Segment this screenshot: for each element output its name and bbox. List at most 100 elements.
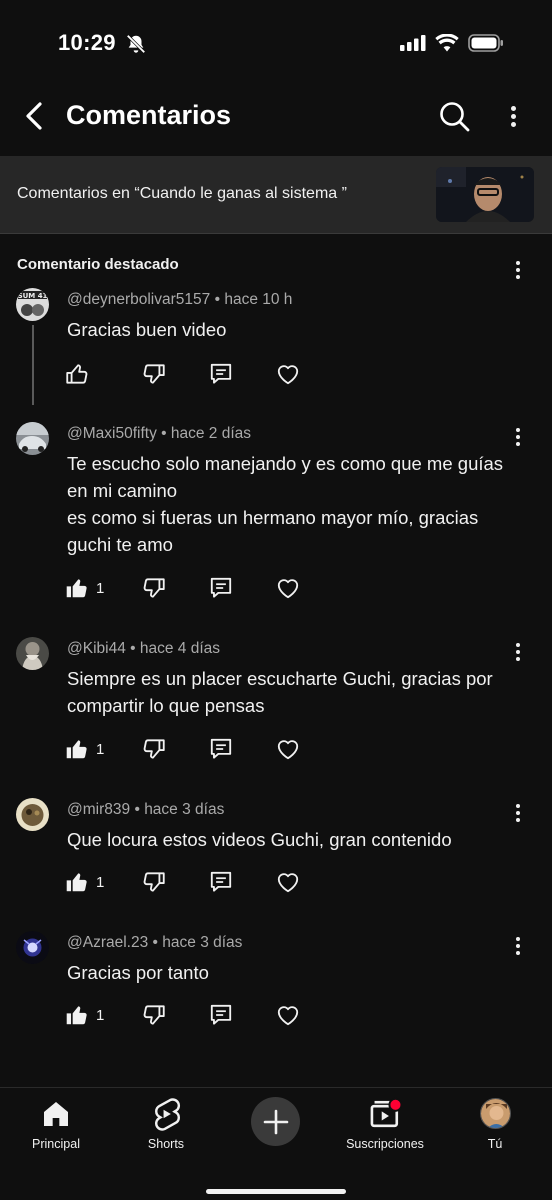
comment-meta: @Maxi50fifty • hace 2 días	[67, 425, 252, 442]
nav-item-you[interactable]: Tú	[440, 1096, 550, 1151]
dislike-button[interactable]	[141, 574, 167, 602]
comment-actions: 1	[64, 574, 324, 604]
heart-button[interactable]	[275, 574, 301, 602]
comment-author[interactable]: @Kibi44	[67, 640, 126, 657]
reply-comment-icon	[210, 871, 232, 892]
like-button[interactable]: 1	[64, 574, 104, 602]
reply-button[interactable]	[208, 1001, 234, 1029]
comment-time: hace 3 días	[144, 801, 225, 818]
avatar[interactable]	[16, 931, 49, 964]
nav-item-home[interactable]: Principal	[1, 1096, 111, 1151]
nav-item-subscriptions[interactable]: Suscripciones	[330, 1096, 440, 1151]
comment-more-button[interactable]	[508, 802, 528, 824]
like-count: 1	[96, 1006, 105, 1024]
thumbs-down-icon	[143, 364, 165, 384]
heart-icon	[277, 873, 299, 893]
nav-item-shorts[interactable]: Shorts	[111, 1096, 221, 1151]
more-vertical-icon	[508, 935, 528, 957]
wifi-icon	[435, 33, 459, 57]
thumbs-down-icon	[143, 578, 165, 598]
thumbs-up-filled-icon	[66, 740, 87, 759]
like-count: 1	[96, 873, 105, 891]
heart-button[interactable]	[275, 868, 301, 896]
comment-actions: 1	[64, 1001, 324, 1031]
back-button[interactable]	[14, 96, 54, 136]
status-bar: 10:29	[0, 0, 552, 90]
heart-icon	[277, 579, 299, 599]
chevron-left-icon	[26, 102, 42, 130]
header-more-button[interactable]	[498, 98, 528, 134]
home-indicator	[206, 1189, 346, 1194]
comment-more-button[interactable]	[508, 426, 528, 448]
page-title: Comentarios	[66, 100, 232, 130]
comment-text: Que locura estos videos Guchi, gran cont…	[67, 829, 452, 850]
thumbs-up-icon	[66, 364, 88, 384]
more-vertical-icon	[508, 259, 528, 281]
comment-author[interactable]: @deynerbolivar5157	[67, 291, 210, 308]
like-button[interactable]: 1	[64, 735, 104, 763]
bell-muted-icon	[125, 33, 147, 55]
comment-time: hace 3 días	[162, 934, 243, 951]
home-icon	[38, 1096, 74, 1132]
dislike-button[interactable]	[141, 1001, 167, 1029]
create-button[interactable]	[251, 1097, 300, 1146]
subscriptions-icon	[367, 1096, 403, 1132]
like-button[interactable]: 1	[64, 868, 104, 896]
video-banner[interactable]: Comentarios en “Cuando le ganas al siste…	[0, 156, 552, 234]
reply-comment-icon	[210, 363, 232, 384]
bottom-nav: Principal Shorts Suscripciones Tú	[0, 1087, 552, 1200]
comment-time: hace 10 h	[224, 291, 293, 308]
thumbs-down-icon	[143, 1005, 165, 1025]
like-count: 1	[96, 579, 105, 597]
heart-button[interactable]	[275, 360, 301, 388]
heart-button[interactable]	[275, 735, 301, 763]
more-vertical-icon	[508, 802, 528, 824]
nav-label: Principal	[32, 1137, 80, 1151]
reply-button[interactable]	[208, 735, 234, 763]
reply-button[interactable]	[208, 868, 234, 896]
search-icon	[440, 102, 470, 132]
battery-icon	[468, 34, 504, 57]
nav-label: Tú	[487, 1137, 503, 1151]
pinned-label: Comentario destacado	[17, 256, 179, 273]
comment-actions: 1	[64, 868, 324, 898]
reply-button[interactable]	[208, 574, 234, 602]
thumbs-up-filled-icon	[66, 579, 87, 598]
more-vertical-icon	[498, 98, 528, 134]
video-banner-text: Comentarios en “Cuando le ganas al siste…	[17, 185, 347, 202]
avatar[interactable]	[16, 422, 49, 455]
avatar[interactable]: SUM 41	[16, 288, 49, 321]
comment-time: hace 2 días	[170, 425, 252, 442]
reply-comment-icon	[210, 738, 232, 759]
more-vertical-icon	[508, 641, 528, 663]
more-vertical-icon	[508, 426, 528, 448]
reply-button[interactable]	[208, 360, 234, 388]
comment-meta: @deynerbolivar5157 • hace 10 h	[67, 291, 293, 308]
avatar[interactable]	[16, 798, 49, 831]
comment-actions	[64, 360, 324, 390]
like-count: 1	[96, 740, 105, 758]
video-thumbnail[interactable]	[436, 167, 534, 222]
thumbs-down-icon	[143, 739, 165, 759]
thread-line	[32, 325, 34, 405]
comment-actions: 1	[64, 735, 324, 765]
comment-more-button[interactable]	[508, 935, 528, 957]
like-button[interactable]	[64, 360, 90, 388]
comment-author[interactable]: @Maxi50fifty	[67, 425, 157, 442]
heart-button[interactable]	[275, 1001, 301, 1029]
avatar[interactable]	[16, 637, 49, 670]
search-button[interactable]	[436, 98, 472, 134]
comment-author[interactable]: @Azrael.23	[67, 934, 148, 951]
dislike-button[interactable]	[141, 360, 167, 388]
comment-more-button[interactable]	[508, 641, 528, 663]
comment-meta: @mir839 • hace 3 días	[67, 801, 225, 818]
thumbs-up-filled-icon	[66, 1006, 87, 1025]
app-header: Comentarios	[0, 90, 552, 156]
thumbs-up-filled-icon	[66, 873, 87, 892]
dislike-button[interactable]	[141, 735, 167, 763]
comment-text: Te escucho solo manejando y es como que …	[67, 453, 504, 555]
dislike-button[interactable]	[141, 868, 167, 896]
pinned-more-button[interactable]	[508, 259, 528, 281]
comment-author[interactable]: @mir839	[67, 801, 130, 818]
like-button[interactable]: 1	[64, 1001, 104, 1029]
